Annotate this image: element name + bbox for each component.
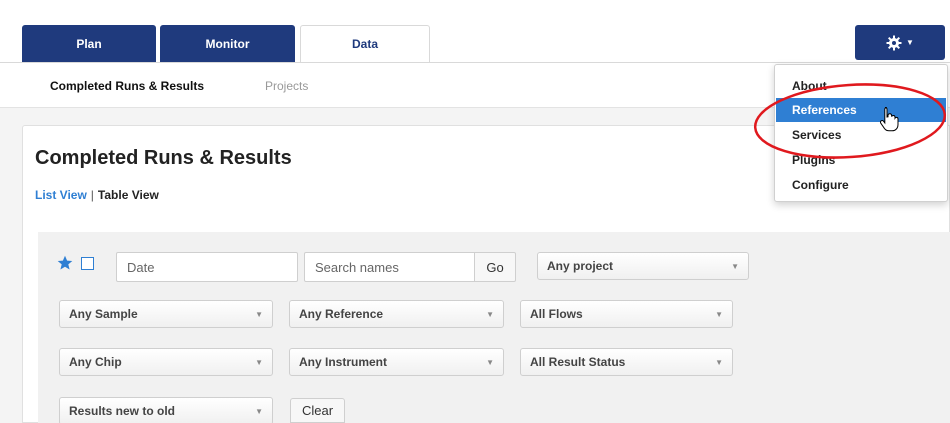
chevron-down-icon: ▼ [255,407,263,416]
settings-dropdown-menu: About References Services Plugins Config… [774,64,948,202]
star-icon[interactable] [57,255,73,271]
tab-monitor-label: Monitor [205,36,250,51]
chevron-down-icon: ▼ [486,358,494,367]
chevron-down-icon: ▼ [715,310,723,319]
project-value: Any project [547,259,614,273]
chevron-down-icon: ▼ [715,358,723,367]
favorites-checkbox[interactable] [81,257,94,270]
tab-data-label: Data [351,37,378,51]
chevron-down-icon: ▼ [731,262,739,271]
search-placeholder: Search names [315,259,399,275]
chevron-down-icon: ▼ [255,310,263,319]
page-title: Completed Runs & Results [35,147,292,169]
menu-item-label: Services [792,128,842,142]
tab-data[interactable]: Data [300,25,430,62]
search-names-input[interactable]: Search names [304,252,476,282]
result-status-value: All Result Status [530,355,626,369]
flows-value: All Flows [530,307,583,321]
chevron-down-icon: ▼ [906,38,914,47]
subnav-projects[interactable]: Projects [265,79,308,93]
gear-icon [886,35,902,50]
sort-value: Results new to old [69,404,176,418]
flows-select[interactable]: All Flows ▼ [520,300,733,328]
date-placeholder: Date [127,259,155,275]
chip-value: Any Chip [69,355,122,369]
tab-plan-label: Plan [76,36,102,51]
hand-pointer-icon [879,107,899,132]
menu-item-services[interactable]: Services [776,123,946,147]
chip-select[interactable]: Any Chip ▼ [59,348,273,376]
instrument-value: Any Instrument [299,355,388,369]
menu-item-label: Configure [792,178,849,192]
view-switch: List View | Table View [35,188,159,202]
go-button[interactable]: Go [474,252,516,282]
result-status-select[interactable]: All Result Status ▼ [520,348,733,376]
menu-item-configure[interactable]: Configure [776,173,946,197]
settings-menu-button[interactable]: ▼ [855,25,945,60]
menu-item-plugins[interactable]: Plugins [776,148,946,172]
reference-select[interactable]: Any Reference ▼ [289,300,504,328]
project-select[interactable]: Any project ▼ [537,252,749,280]
list-view-link[interactable]: List View [35,188,87,202]
chevron-down-icon: ▼ [486,310,494,319]
menu-item-references[interactable]: References [776,98,946,122]
tab-plan[interactable]: Plan [22,25,156,62]
go-label: Go [486,259,504,275]
tab-monitor[interactable]: Monitor [160,25,295,62]
clear-button[interactable]: Clear [290,398,345,423]
table-view-link[interactable]: Table View [98,188,159,202]
chevron-down-icon: ▼ [255,358,263,367]
view-separator: | [90,188,94,202]
date-input[interactable]: Date [116,252,298,282]
reference-value: Any Reference [299,307,384,321]
menu-item-label: References [792,103,857,117]
instrument-select[interactable]: Any Instrument ▼ [289,348,504,376]
menu-item-about[interactable]: About [776,74,946,98]
menu-item-label: About [792,79,827,93]
clear-label: Clear [301,403,334,418]
sort-select[interactable]: Results new to old ▼ [59,397,273,423]
sample-select[interactable]: Any Sample ▼ [59,300,273,328]
menu-item-label: Plugins [792,153,836,167]
sample-value: Any Sample [69,307,138,321]
subnav-completed-runs[interactable]: Completed Runs & Results [50,79,204,93]
